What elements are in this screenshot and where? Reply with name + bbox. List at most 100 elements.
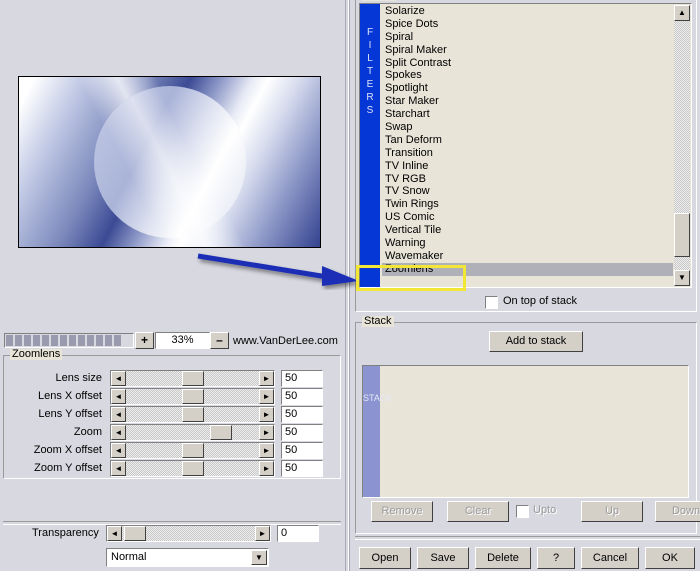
open-button[interactable]: Open bbox=[359, 547, 411, 569]
filters-scrollbar[interactable]: ▲ ▼ bbox=[674, 5, 690, 286]
filter-list-item[interactable]: Spice Dots bbox=[382, 18, 673, 31]
filter-list-item[interactable]: Transition bbox=[382, 147, 673, 160]
help-button[interactable]: ? bbox=[537, 547, 575, 569]
param-label: Lens size bbox=[56, 372, 102, 384]
stack-listbox[interactable]: STACK bbox=[362, 365, 689, 498]
slider-inc-arrow[interactable]: ► bbox=[259, 371, 274, 386]
zoomlens-group-label: Zoomlens bbox=[10, 349, 62, 360]
filter-list-item[interactable]: Twin Rings bbox=[382, 198, 673, 211]
transparency-value-field[interactable]: 0 bbox=[277, 525, 319, 542]
filter-list-item[interactable]: Zoomlens bbox=[382, 263, 673, 276]
filter-list-item[interactable]: Warning bbox=[382, 237, 673, 250]
slider-dec-arrow[interactable]: ◄ bbox=[111, 389, 126, 404]
meter-segment bbox=[24, 335, 31, 346]
param-slider[interactable]: ◄► bbox=[110, 388, 275, 405]
param-row: Zoom X offset◄►50 bbox=[4, 442, 326, 459]
filters-listbox[interactable]: FILTERS SolarizeSpice DotsSpiralSpiral M… bbox=[359, 3, 692, 288]
add-to-stack-button[interactable]: Add to stack bbox=[489, 331, 583, 352]
param-slider[interactable]: ◄► bbox=[110, 406, 275, 423]
ok-button[interactable]: OK bbox=[645, 547, 695, 569]
meter-segment bbox=[114, 335, 121, 346]
slider-dec-arrow[interactable]: ◄ bbox=[111, 371, 126, 386]
slider-thumb[interactable] bbox=[182, 389, 204, 404]
slider-dec-arrow[interactable]: ◄ bbox=[111, 407, 126, 422]
meter-segment bbox=[42, 335, 49, 346]
transparency-slider-thumb[interactable] bbox=[124, 526, 146, 541]
filter-list-item[interactable]: Tan Deform bbox=[382, 134, 673, 147]
transparency-inc-arrow[interactable]: ► bbox=[255, 526, 270, 541]
filter-list-item[interactable]: Spotlight bbox=[382, 82, 673, 95]
on-top-of-stack-checkbox[interactable] bbox=[485, 296, 498, 309]
filters-list[interactable]: SolarizeSpice DotsSpiralSpiral MakerSpli… bbox=[382, 5, 673, 287]
slider-dec-arrow[interactable]: ◄ bbox=[111, 443, 126, 458]
slider-inc-arrow[interactable]: ► bbox=[259, 425, 274, 440]
stack-side-label: STACK bbox=[363, 366, 380, 497]
filter-list-item[interactable]: Split Contrast bbox=[382, 57, 673, 70]
slider-thumb[interactable] bbox=[182, 461, 204, 476]
scroll-down-icon[interactable]: ▼ bbox=[674, 270, 690, 286]
meter-segment bbox=[96, 335, 103, 346]
left-panel: + 33% – www.VanDerLee.com Zoomlens Lens … bbox=[0, 0, 345, 571]
filter-list-item[interactable]: Wavemaker bbox=[382, 250, 673, 263]
filter-list-item[interactable]: Spiral Maker bbox=[382, 44, 673, 57]
filter-list-item[interactable]: TV Inline bbox=[382, 160, 673, 173]
filter-list-item[interactable]: Spiral bbox=[382, 31, 673, 44]
delete-button[interactable]: Delete bbox=[475, 547, 531, 569]
chevron-down-icon[interactable]: ▼ bbox=[251, 550, 267, 565]
zoom-out-button[interactable]: – bbox=[210, 332, 229, 349]
slider-inc-arrow[interactable]: ► bbox=[259, 389, 274, 404]
slider-thumb[interactable] bbox=[210, 425, 232, 440]
param-slider[interactable]: ◄► bbox=[110, 460, 275, 477]
filter-list-item[interactable]: Spokes bbox=[382, 69, 673, 82]
param-label: Lens X offset bbox=[38, 390, 102, 402]
slider-inc-arrow[interactable]: ► bbox=[259, 407, 274, 422]
param-value-field[interactable]: 50 bbox=[281, 388, 323, 405]
transparency-slider[interactable]: ◄ ► bbox=[106, 525, 271, 542]
param-label: Lens Y offset bbox=[38, 408, 102, 420]
preview-image[interactable] bbox=[18, 76, 321, 248]
move-up-button[interactable]: Up bbox=[581, 501, 643, 522]
slider-dec-arrow[interactable]: ◄ bbox=[111, 425, 126, 440]
slider-dec-arrow[interactable]: ◄ bbox=[111, 461, 126, 476]
filter-list-item[interactable]: Swap bbox=[382, 121, 673, 134]
filter-list-item[interactable]: Solarize bbox=[382, 5, 673, 18]
slider-inc-arrow[interactable]: ► bbox=[259, 443, 274, 458]
slider-inc-arrow[interactable]: ► bbox=[259, 461, 274, 476]
vertical-label-char: R bbox=[360, 91, 380, 104]
remove-button[interactable]: Remove bbox=[371, 501, 433, 522]
cancel-button[interactable]: Cancel bbox=[581, 547, 639, 569]
vertical-label-char: L bbox=[360, 52, 380, 65]
filter-list-item[interactable]: Vertical Tile bbox=[382, 224, 673, 237]
param-value-field[interactable]: 50 bbox=[281, 460, 323, 477]
param-slider[interactable]: ◄► bbox=[110, 424, 275, 441]
clear-button[interactable]: Clear bbox=[447, 501, 509, 522]
filter-list-item[interactable]: US Comic bbox=[382, 211, 673, 224]
filter-list-item[interactable]: TV RGB bbox=[382, 173, 673, 186]
filter-list-item[interactable]: Starchart bbox=[382, 108, 673, 121]
param-value-field[interactable]: 50 bbox=[281, 442, 323, 459]
slider-thumb[interactable] bbox=[182, 407, 204, 422]
stack-group-label: Stack bbox=[362, 316, 394, 327]
param-value-field[interactable]: 50 bbox=[281, 370, 323, 387]
move-down-button[interactable]: Down bbox=[655, 501, 700, 522]
save-button[interactable]: Save bbox=[417, 547, 469, 569]
param-value-field[interactable]: 50 bbox=[281, 406, 323, 423]
scroll-up-icon[interactable]: ▲ bbox=[674, 5, 690, 21]
scrollbar-thumb[interactable] bbox=[674, 213, 690, 257]
transparency-dec-arrow[interactable]: ◄ bbox=[107, 526, 122, 541]
param-label: Zoom bbox=[74, 426, 102, 438]
zoom-in-button[interactable]: + bbox=[135, 332, 154, 349]
upto-checkbox[interactable] bbox=[516, 505, 529, 518]
slider-thumb[interactable] bbox=[182, 371, 204, 386]
zoom-level-value[interactable]: 33% bbox=[155, 332, 210, 349]
param-slider[interactable]: ◄► bbox=[110, 370, 275, 387]
meter-segment bbox=[33, 335, 40, 346]
filter-list-item[interactable]: Star Maker bbox=[382, 95, 673, 108]
progress-meter bbox=[4, 333, 134, 348]
param-slider[interactable]: ◄► bbox=[110, 442, 275, 459]
meter-segment bbox=[15, 335, 22, 346]
slider-thumb[interactable] bbox=[182, 443, 204, 458]
filter-list-item[interactable]: TV Snow bbox=[382, 185, 673, 198]
blend-mode-select[interactable]: Normal ▼ bbox=[106, 548, 269, 567]
param-value-field[interactable]: 50 bbox=[281, 424, 323, 441]
